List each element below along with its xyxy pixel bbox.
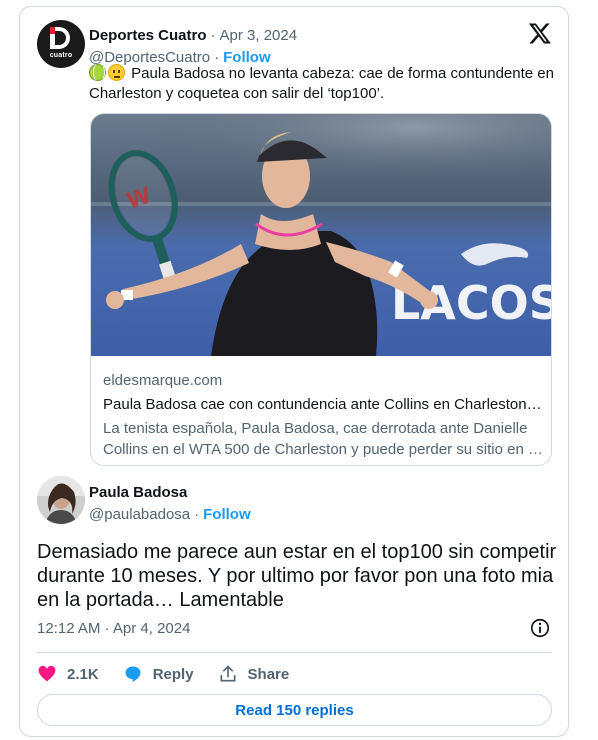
tweet-timestamp[interactable]: 12:12 AM · Apr 4, 2024	[37, 620, 190, 637]
share-label: Share	[247, 665, 290, 683]
share-upload-icon	[220, 665, 236, 682]
profile-photo-icon	[37, 476, 85, 524]
share-button[interactable]: Share	[218, 664, 290, 684]
link-description-line-2: Collins en el WTA 500 de Charleston y pu…	[103, 441, 543, 458]
quoted-author-row: Deportes Cuatro · Apr 3, 2024	[89, 27, 297, 44]
quoted-tweet-text: Paula Badosa no levanta cabeza: cae de f…	[89, 63, 559, 104]
cuatro-logo-accent	[50, 27, 55, 34]
tweet-handle[interactable]: @paulabadosa	[89, 506, 190, 523]
quoted-separator: ·	[210, 27, 216, 44]
link-domain: eldesmarque.com	[103, 372, 223, 389]
tweet-author-name[interactable]: Paula Badosa	[89, 484, 187, 501]
reply-bubble-icon	[125, 666, 141, 682]
tweet-text: Demasiado me parece aun estar en el top1…	[37, 541, 557, 611]
deportes-cuatro-avatar[interactable]: cuatro	[37, 20, 85, 68]
quoted-author-name[interactable]: Deportes Cuatro	[89, 27, 207, 44]
tennis-ball-emoji-icon	[89, 63, 106, 82]
tweet-handle-separator: ·	[194, 506, 200, 523]
link-description-line-1: La tenista española, Paula Badosa, cae d…	[103, 420, 528, 437]
reply-button[interactable]: Reply	[123, 664, 194, 684]
embedded-tweet-card: cuatro Deportes Cuatro · Apr 3, 2024 @De…	[19, 6, 569, 737]
info-icon[interactable]	[529, 617, 551, 639]
reply-label: Reply	[152, 665, 194, 683]
link-preview-image[interactable]: LACOSTE W	[91, 114, 551, 356]
tweet-follow-button[interactable]: Follow	[203, 506, 251, 523]
read-replies-button[interactable]: Read 150 replies	[37, 694, 552, 726]
heart-icon	[38, 665, 56, 682]
link-description: La tenista española, Paula Badosa, cae d…	[103, 418, 543, 460]
link-title[interactable]: Paula Badosa cae con contundencia ante C…	[103, 396, 543, 413]
tweet-handle-row: @paulabadosa · Follow	[89, 506, 251, 523]
quoted-tweet-body: Paula Badosa no levanta cabeza: cae de f…	[89, 65, 554, 102]
x-logo-icon[interactable]	[528, 21, 552, 45]
divider	[37, 652, 552, 653]
like-button[interactable]: 2.1K	[37, 664, 99, 684]
worried-face-emoji-icon	[108, 64, 125, 81]
tweet-actions: 2.1K Reply Share	[37, 658, 313, 690]
link-preview-card[interactable]: LACOSTE W	[90, 113, 552, 466]
tennis-player-photo: LACOSTE W	[91, 114, 551, 356]
quoted-date[interactable]: Apr 3, 2024	[220, 27, 298, 44]
like-count: 2.1K	[67, 665, 99, 683]
avatar-logo-text: cuatro	[49, 52, 73, 59]
paula-badosa-avatar[interactable]	[37, 476, 85, 524]
